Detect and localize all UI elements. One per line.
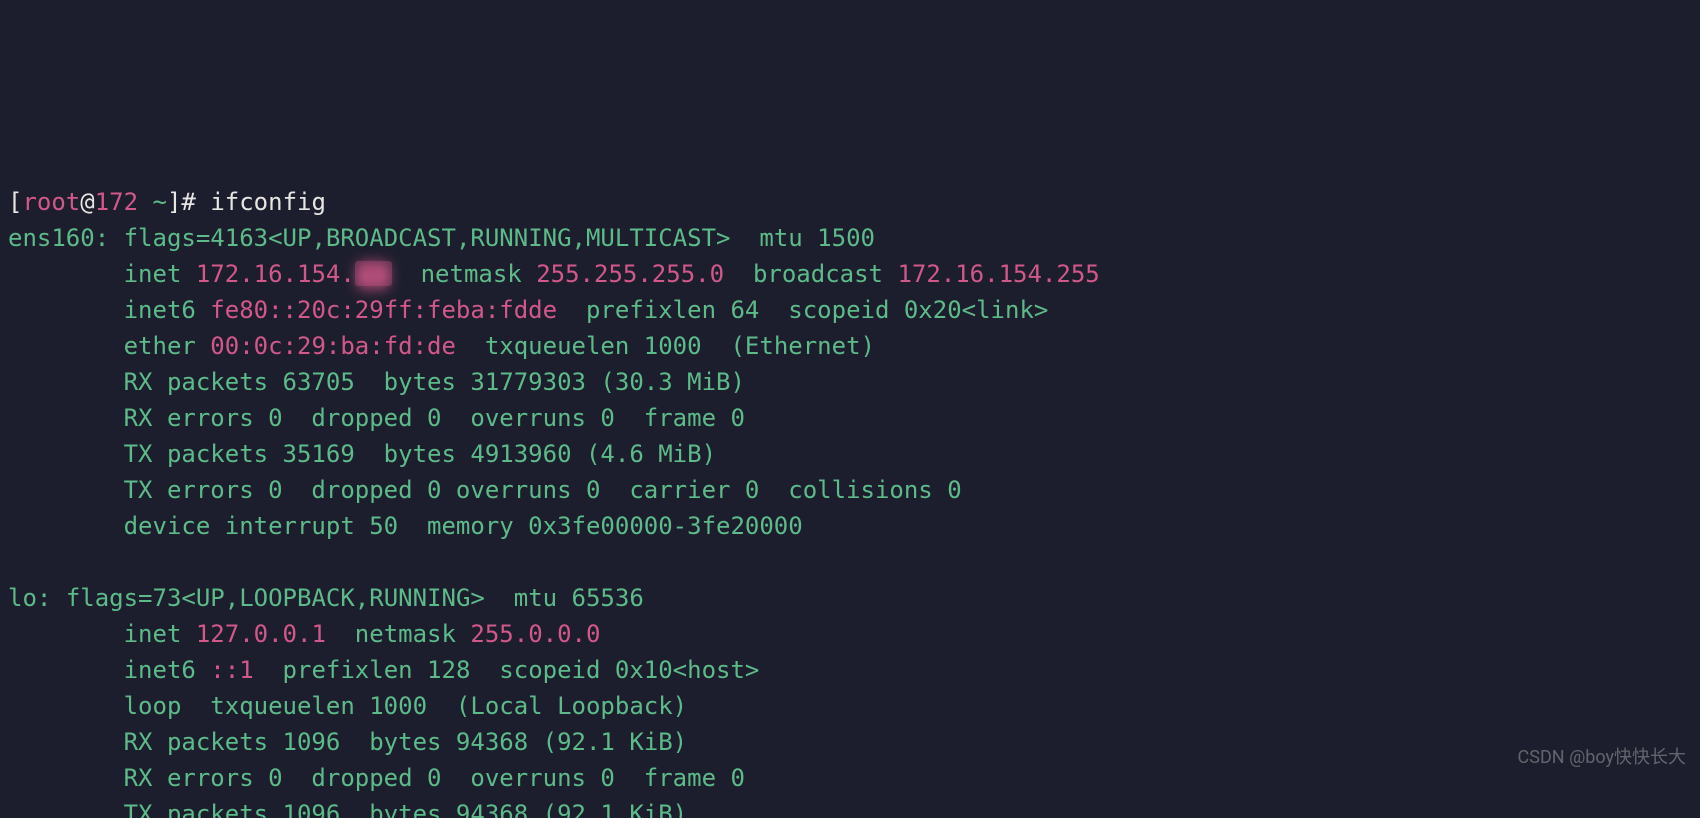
ether-rest: txqueuelen 1000 (Ethernet) xyxy=(456,332,875,360)
prompt-at: @ xyxy=(80,188,94,216)
indent xyxy=(8,260,124,288)
inet6-addr: fe80::20c:29ff:feba:fdde xyxy=(210,296,557,324)
netmask-label: netmask xyxy=(326,620,471,648)
inet6-label: inet6 xyxy=(124,296,211,324)
iface-name: lo xyxy=(8,584,37,612)
bracket-open: [ xyxy=(8,188,22,216)
loop-line: loop txqueuelen 1000 (Local Loopback) xyxy=(124,692,688,720)
indent xyxy=(8,728,124,756)
indent xyxy=(8,512,124,540)
netmask-label: netmask xyxy=(392,260,537,288)
indent xyxy=(8,368,124,396)
stat-line: RX packets 63705 bytes 31779303 (30.3 Mi… xyxy=(124,368,745,396)
iface-name: ens160 xyxy=(8,224,95,252)
inet6-addr: ::1 xyxy=(210,656,253,684)
indent xyxy=(8,656,124,684)
inet-addr: 127.0.0.1 xyxy=(196,620,326,648)
prompt-host: 172 xyxy=(95,188,138,216)
ether-label: ether xyxy=(124,332,211,360)
prompt-user: root xyxy=(22,188,80,216)
iface-header: ens160: flags=4163<UP,BROADCAST,RUNNING,… xyxy=(8,224,875,252)
netmask-value: 255.255.255.0 xyxy=(536,260,724,288)
stat-line: TX errors 0 dropped 0 overruns 0 carrier… xyxy=(124,476,962,504)
iface-header: lo: flags=73<UP,LOOPBACK,RUNNING> mtu 65… xyxy=(8,584,644,612)
stat-line: device interrupt 50 memory 0x3fe00000-3f… xyxy=(124,512,803,540)
stat-line: TX packets 35169 bytes 4913960 (4.6 MiB) xyxy=(124,440,716,468)
iface-flags: flags=73<UP,LOOPBACK,RUNNING> mtu 65536 xyxy=(66,584,644,612)
stat-line: RX errors 0 dropped 0 overruns 0 frame 0 xyxy=(124,764,745,792)
indent xyxy=(8,296,124,324)
indent xyxy=(8,476,124,504)
indent xyxy=(8,800,124,818)
mac-addr: 00:0c:29:ba:fd:de xyxy=(210,332,456,360)
inet6-label: inet6 xyxy=(124,656,211,684)
prompt-hash: # xyxy=(181,188,210,216)
inet6-rest: prefixlen 128 scopeid 0x10<host> xyxy=(254,656,760,684)
redacted-octet: ▇▇ xyxy=(355,261,392,286)
terminal-output[interactable]: [root@172 ~]# ifconfig ens160: flags=416… xyxy=(0,180,1700,818)
indent xyxy=(8,404,124,432)
inet6-rest: prefixlen 64 scopeid 0x20<link> xyxy=(557,296,1048,324)
indent xyxy=(8,692,124,720)
indent xyxy=(8,440,124,468)
watermark-text: CSDN @boy快快长大 xyxy=(1518,740,1686,776)
prompt-path: ~ xyxy=(153,188,167,216)
bracket-close: ] xyxy=(167,188,181,216)
stat-line: RX packets 1096 bytes 94368 (92.1 KiB) xyxy=(124,728,688,756)
stat-line: RX errors 0 dropped 0 overruns 0 frame 0 xyxy=(124,404,745,432)
inet-addr: 172.16.154. xyxy=(196,260,355,288)
stat-line: TX packets 1096 bytes 94368 (92.1 KiB) xyxy=(124,800,688,818)
indent xyxy=(8,620,124,648)
iface-flags: flags=4163<UP,BROADCAST,RUNNING,MULTICAS… xyxy=(124,224,875,252)
broadcast-value: 172.16.154.255 xyxy=(897,260,1099,288)
netmask-value: 255.0.0.0 xyxy=(470,620,600,648)
prompt-line: [root@172 ~]# ifconfig xyxy=(8,188,326,216)
indent xyxy=(8,764,124,792)
command-text: ifconfig xyxy=(210,188,326,216)
broadcast-label: broadcast xyxy=(724,260,897,288)
inet-label: inet xyxy=(124,620,196,648)
indent xyxy=(8,332,124,360)
inet-label: inet xyxy=(124,260,196,288)
